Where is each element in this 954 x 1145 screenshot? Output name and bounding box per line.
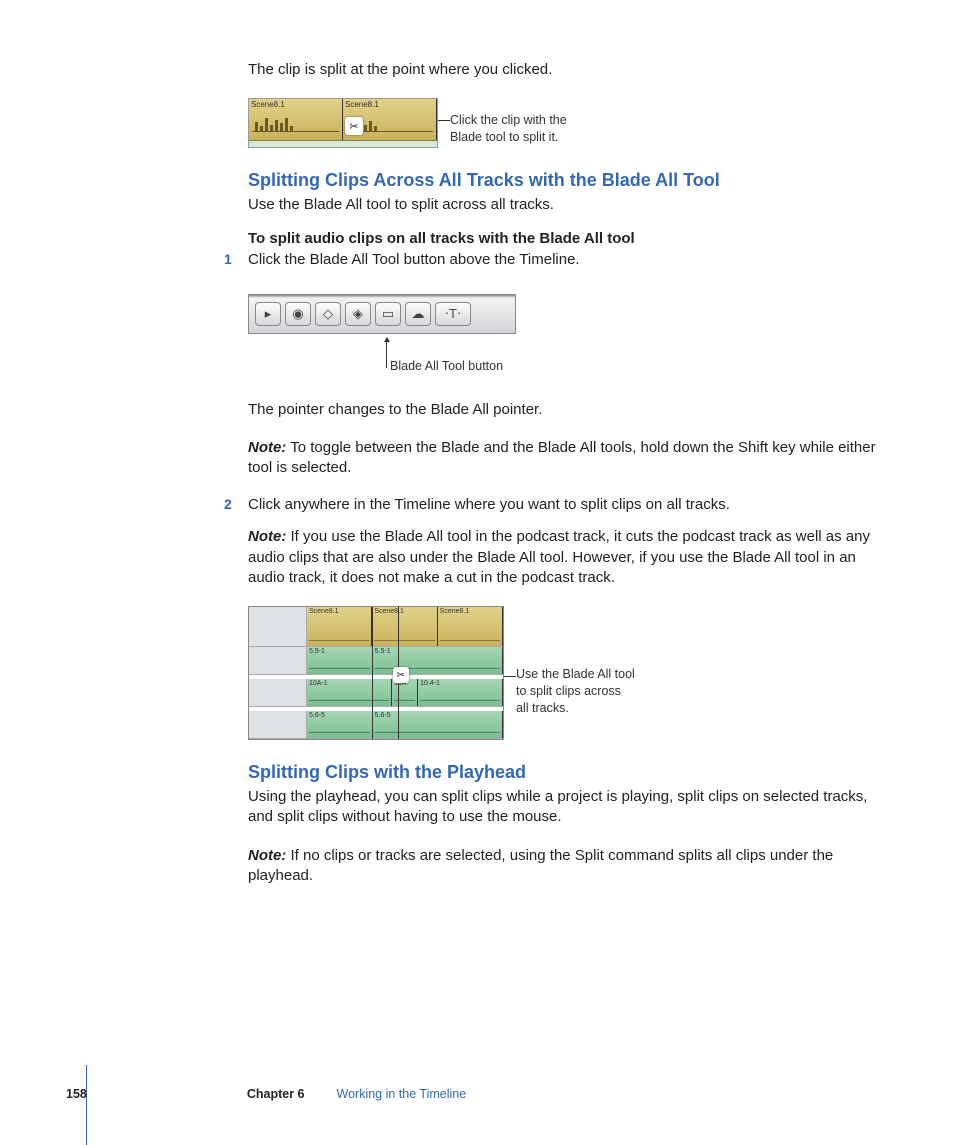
step-number: 1 xyxy=(224,251,232,267)
note-paragraph: Note: If you use the Blade All tool in t… xyxy=(248,527,894,588)
note-paragraph: Note: If no clips or tracks are selected… xyxy=(248,846,894,887)
step-2: 2 Click anywhere in the Timeline where y… xyxy=(248,496,894,513)
figure-toolbar: ▸ ◉ ◇ ◈ ▭ ☁ ⋅T⋅ Blade All Tool button xyxy=(248,294,516,372)
lift-tool-icon: ▭ xyxy=(375,302,401,326)
note-paragraph: Note: To toggle between the Blade and th… xyxy=(248,438,894,479)
multitrack-image: Scene8.1 Scene8.1 Scene8.1 5.5-1 5.5-1 1… xyxy=(248,606,504,740)
page-content: The clip is split at the point where you… xyxy=(0,0,954,964)
paragraph: The pointer changes to the Blade All poi… xyxy=(248,400,894,420)
blade-tool-icon: ◇ xyxy=(315,302,341,326)
note-label: Note: xyxy=(248,528,286,545)
clip-waveform-image: Scene8.1 Scene8.1 ✂ xyxy=(248,98,438,148)
section-heading-blade-all: Splitting Clips Across All Tracks with t… xyxy=(248,170,894,191)
step-1: 1 Click the Blade All Tool button above … xyxy=(248,251,894,268)
step-number: 2 xyxy=(224,496,232,512)
figure-blade-split: Scene8.1 Scene8.1 ✂ Click the clip with … xyxy=(248,98,894,148)
figure-caption: Blade All Tool button xyxy=(390,358,503,375)
step-text: Click the Blade All Tool button above th… xyxy=(248,251,580,268)
figure-caption: Use the Blade All tool to split clips ac… xyxy=(516,666,646,717)
timeslice-tool-icon: ◉ xyxy=(285,302,311,326)
automation-tool-icon: ⋅T⋅ xyxy=(435,302,471,326)
toolbar-image: ▸ ◉ ◇ ◈ ▭ ☁ ⋅T⋅ xyxy=(248,294,516,334)
intro-paragraph: The clip is split at the point where you… xyxy=(248,60,894,80)
blade-all-cursor-icon: ✂ xyxy=(393,667,409,683)
footer-rule xyxy=(86,1065,87,1145)
note-label: Note: xyxy=(248,847,286,864)
section-intro: Using the playhead, you can split clips … xyxy=(248,787,894,828)
page-footer: 158 Chapter 6 Working in the Timeline xyxy=(66,1087,466,1101)
scrub-tool-icon: ☁ xyxy=(405,302,431,326)
blade-all-tool-icon: ◈ xyxy=(345,302,371,326)
figure-caption: Click the clip with the Blade tool to sp… xyxy=(450,112,567,146)
callout-line xyxy=(386,338,387,368)
chapter-label: Chapter 6 xyxy=(247,1087,305,1101)
clip-label: Scene8.1 xyxy=(345,100,379,109)
section-intro: Use the Blade All tool to split across a… xyxy=(248,195,894,215)
section-heading-playhead: Splitting Clips with the Playhead xyxy=(248,762,894,783)
note-label: Note: xyxy=(248,439,286,456)
chapter-title: Working in the Timeline xyxy=(337,1087,467,1101)
page-number: 158 xyxy=(66,1087,87,1101)
clip-label: Scene8.1 xyxy=(251,100,285,109)
instruction-heading: To split audio clips on all tracks with … xyxy=(248,230,894,247)
blade-cursor-icon: ✂ xyxy=(345,117,363,135)
arrow-tool-icon: ▸ xyxy=(255,302,281,326)
step-text: Click anywhere in the Timeline where you… xyxy=(248,496,730,513)
figure-blade-all-tracks: Scene8.1 Scene8.1 Scene8.1 5.5-1 5.5-1 1… xyxy=(248,606,894,740)
